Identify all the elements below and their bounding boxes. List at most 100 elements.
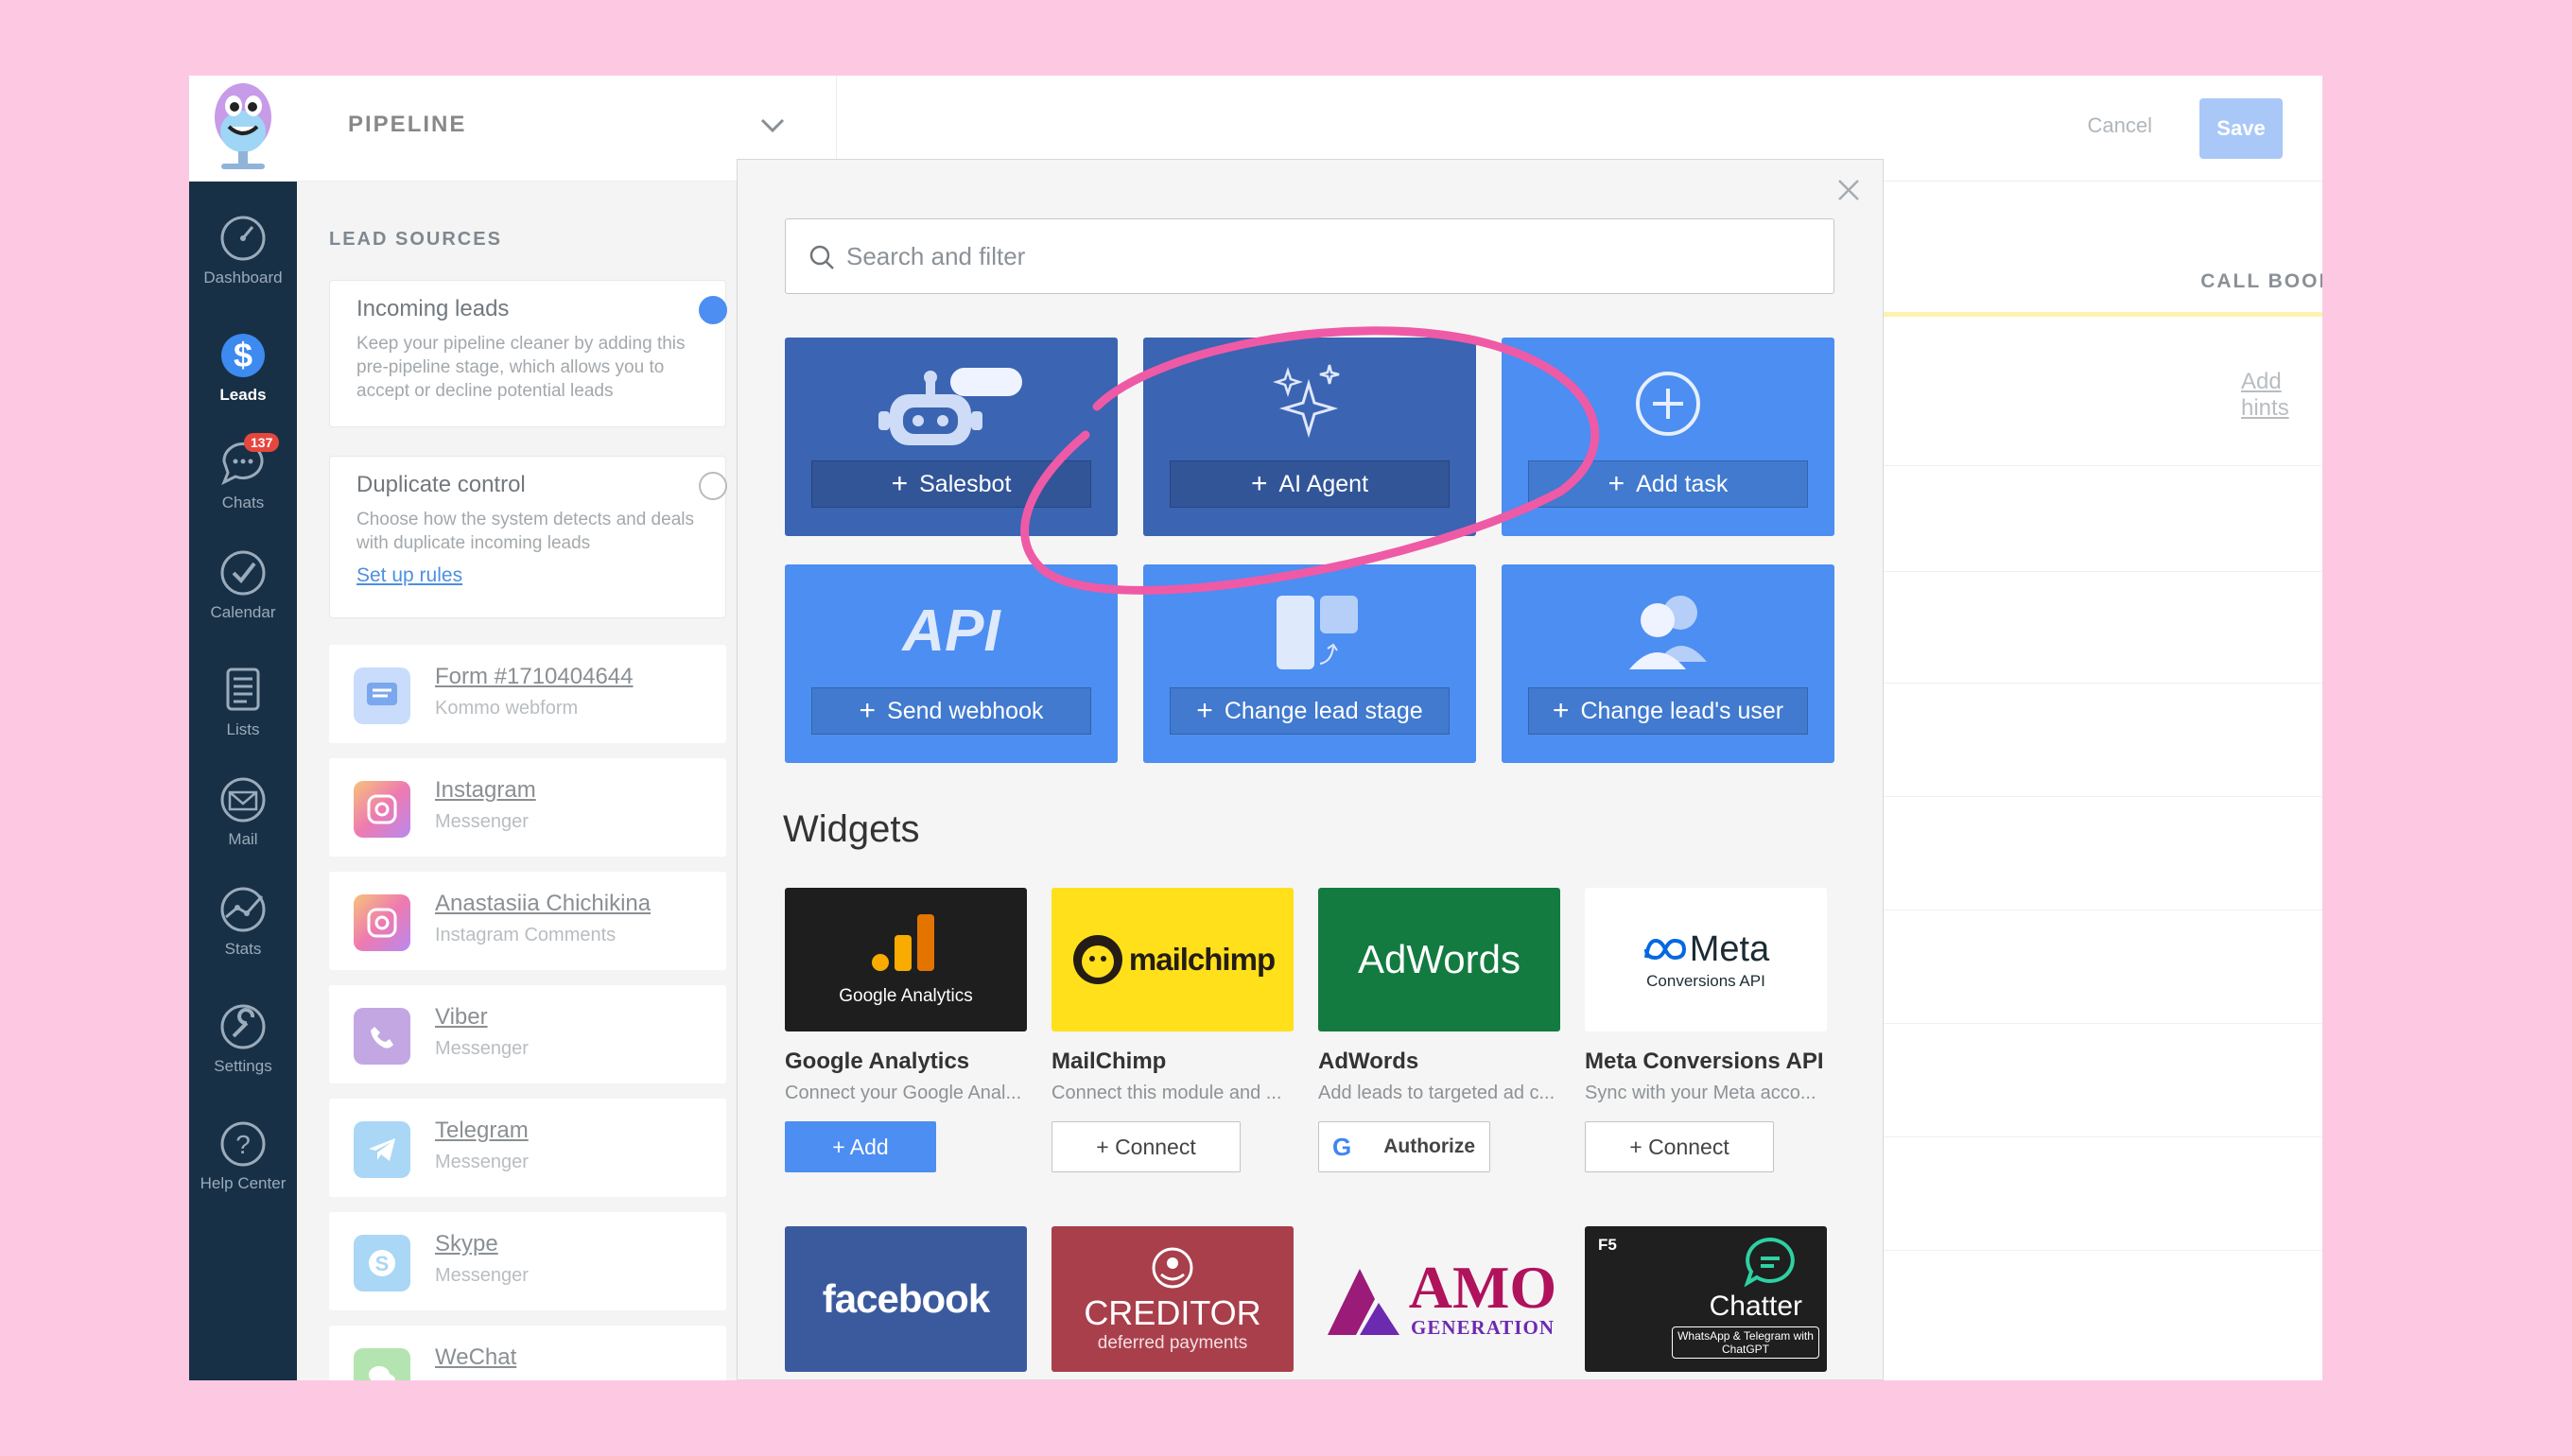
form-icon bbox=[354, 667, 410, 724]
source-name[interactable]: Viber bbox=[435, 1004, 488, 1031]
stage-color-bar bbox=[1882, 312, 2322, 317]
widget-name: MailChimp bbox=[1051, 1049, 1167, 1074]
nav-mail[interactable]: Mail bbox=[189, 771, 297, 849]
source-type: Kommo webform bbox=[435, 698, 579, 719]
nav-label: Help Center bbox=[200, 1174, 287, 1192]
logo-subtext: deferred payments bbox=[1097, 1333, 1248, 1353]
nav-calendar[interactable]: Calendar bbox=[189, 545, 297, 622]
lead-source-item[interactable]: Anastasiia Chichikina Instagram Comments bbox=[329, 872, 726, 970]
viber-icon bbox=[354, 1008, 410, 1065]
add-task-tile[interactable]: + Add task bbox=[1502, 338, 1834, 536]
search-box bbox=[785, 218, 1834, 294]
widget-card[interactable]: mailchimp MailChimp Connect this module … bbox=[1051, 888, 1294, 1172]
send-webhook-button[interactable]: + Send webhook bbox=[811, 687, 1091, 735]
adwords-logo: AdWords bbox=[1318, 888, 1560, 1031]
source-name[interactable]: Form #1710404644 bbox=[435, 664, 633, 690]
add-ai-agent-button[interactable]: + AI Agent bbox=[1170, 460, 1450, 508]
change-lead-stage-tile[interactable]: + Change lead stage bbox=[1143, 564, 1476, 763]
close-icon[interactable] bbox=[1835, 177, 1862, 203]
change-lead-user-tile[interactable]: + Change lead's user bbox=[1502, 564, 1834, 763]
amo-generation-widget[interactable]: AMO GENERATION bbox=[1318, 1226, 1560, 1372]
nav-dashboard[interactable]: Dashboard bbox=[189, 210, 297, 287]
widget-card[interactable]: Google Analytics Google Analytics Connec… bbox=[785, 888, 1027, 1172]
pipeline-title[interactable]: PIPELINE bbox=[348, 112, 466, 138]
widget-name: Meta Conversions API bbox=[1585, 1049, 1824, 1074]
lead-source-item[interactable]: Telegram Messenger bbox=[329, 1099, 726, 1197]
source-name[interactable]: Instagram bbox=[435, 777, 536, 804]
logo-text: Chatter bbox=[1709, 1291, 1802, 1322]
source-name[interactable]: WeChat bbox=[435, 1344, 516, 1371]
add-salesbot-button[interactable]: + Salesbot bbox=[811, 460, 1091, 508]
instagram-icon bbox=[354, 894, 410, 951]
google-icon: G bbox=[1332, 1132, 1352, 1161]
send-webhook-tile[interactable]: API + Send webhook bbox=[785, 564, 1118, 763]
meta-logo: Meta Conversions API bbox=[1585, 888, 1827, 1031]
pipeline-stage-column: CALL BOOKED Add hints bbox=[1882, 182, 2322, 1380]
nav-settings[interactable]: Settings bbox=[189, 998, 297, 1076]
add-task-button[interactable]: + Add task bbox=[1528, 460, 1808, 508]
mail-icon bbox=[220, 777, 266, 823]
sparkles-icon bbox=[1273, 364, 1340, 439]
incoming-leads-toggle[interactable] bbox=[699, 296, 727, 324]
nav-label: Chats bbox=[221, 494, 265, 511]
widget-card[interactable]: Meta Conversions API Meta Conversions AP… bbox=[1585, 888, 1827, 1172]
lead-source-item[interactable]: Instagram Messenger bbox=[329, 758, 726, 857]
corner-label: F5 bbox=[1598, 1236, 1617, 1254]
meta-icon bbox=[1643, 938, 1686, 961]
divider bbox=[1882, 571, 2322, 572]
nav-lists[interactable]: Lists bbox=[189, 662, 297, 739]
salesbot-tile[interactable]: + Salesbot bbox=[785, 338, 1118, 536]
lead-source-item[interactable]: Viber Messenger bbox=[329, 985, 726, 1083]
change-lead-user-button[interactable]: + Change lead's user bbox=[1528, 687, 1808, 735]
nav-label: Calendar bbox=[210, 603, 276, 621]
help-icon: ? bbox=[220, 1121, 266, 1167]
widget-desc: Sync with your Meta acco... bbox=[1585, 1083, 1816, 1103]
cancel-button[interactable]: Cancel bbox=[2088, 113, 2152, 138]
logo-subtext: Conversions API bbox=[1646, 971, 1765, 990]
divider bbox=[1882, 465, 2322, 466]
source-name[interactable]: Anastasiia Chichikina bbox=[435, 891, 651, 917]
facebook-widget[interactable]: facebook bbox=[785, 1226, 1027, 1372]
telegram-icon bbox=[354, 1121, 410, 1178]
divider bbox=[1882, 1023, 2322, 1024]
source-name[interactable]: Skype bbox=[435, 1231, 498, 1257]
stats-icon bbox=[220, 887, 266, 932]
connect-widget-button[interactable]: + Connect bbox=[1051, 1121, 1241, 1172]
nav-leads[interactable]: $ Leads bbox=[189, 327, 297, 405]
lead-source-item[interactable]: WeChat bbox=[329, 1326, 726, 1380]
change-lead-stage-button[interactable]: + Change lead stage bbox=[1170, 687, 1450, 735]
divider bbox=[1882, 1250, 2322, 1251]
plus-icon: + bbox=[1552, 695, 1570, 726]
authorize-widget-button[interactable]: G Authorize bbox=[1318, 1121, 1490, 1172]
stage-title[interactable]: CALL BOOKED bbox=[2071, 270, 2322, 293]
logo-text: facebook bbox=[822, 1276, 990, 1321]
nav-label: Leads bbox=[219, 386, 267, 404]
plus-icon: + bbox=[1250, 468, 1268, 499]
search-input[interactable] bbox=[846, 219, 1792, 293]
nav-help-center[interactable]: ? Help Center bbox=[189, 1116, 297, 1193]
ai-agent-tile[interactable]: + AI Agent bbox=[1143, 338, 1476, 536]
source-name[interactable]: Telegram bbox=[435, 1118, 529, 1144]
duplicate-control-toggle[interactable] bbox=[699, 472, 727, 500]
add-hints-link[interactable]: Add hints bbox=[2241, 369, 2322, 422]
add-widget-button[interactable]: + Add bbox=[785, 1121, 936, 1172]
chatter-widget[interactable]: F5 Chatter WhatsApp & Telegram with Chat… bbox=[1585, 1226, 1827, 1372]
button-label: AI Agent bbox=[1278, 470, 1369, 497]
widget-card[interactable]: AdWords AdWords Add leads to targeted ad… bbox=[1318, 888, 1560, 1172]
chevron-down-icon[interactable] bbox=[760, 117, 785, 134]
nav-label: Stats bbox=[224, 940, 262, 958]
connect-widget-button[interactable]: + Connect bbox=[1585, 1121, 1774, 1172]
nav-stats[interactable]: Stats bbox=[189, 881, 297, 959]
button-label: Salesbot bbox=[919, 470, 1012, 497]
set-up-rules-link[interactable]: Set up rules bbox=[356, 564, 699, 587]
widget-name: AdWords bbox=[1318, 1049, 1419, 1074]
save-button[interactable]: Save bbox=[2199, 98, 2283, 159]
lead-source-item[interactable]: Form #1710404644 Kommo webform bbox=[329, 645, 726, 743]
lead-source-item[interactable]: S Skype Messenger bbox=[329, 1212, 726, 1310]
nav-chats[interactable]: 137 Chats bbox=[189, 433, 297, 512]
mailchimp-logo: mailchimp bbox=[1051, 888, 1294, 1031]
svg-text:?: ? bbox=[235, 1130, 251, 1159]
creditor-icon bbox=[1152, 1247, 1193, 1289]
creditor-widget[interactable]: CREDITOR deferred payments bbox=[1051, 1226, 1294, 1372]
widget-desc: Add leads to targeted ad c... bbox=[1318, 1083, 1555, 1103]
